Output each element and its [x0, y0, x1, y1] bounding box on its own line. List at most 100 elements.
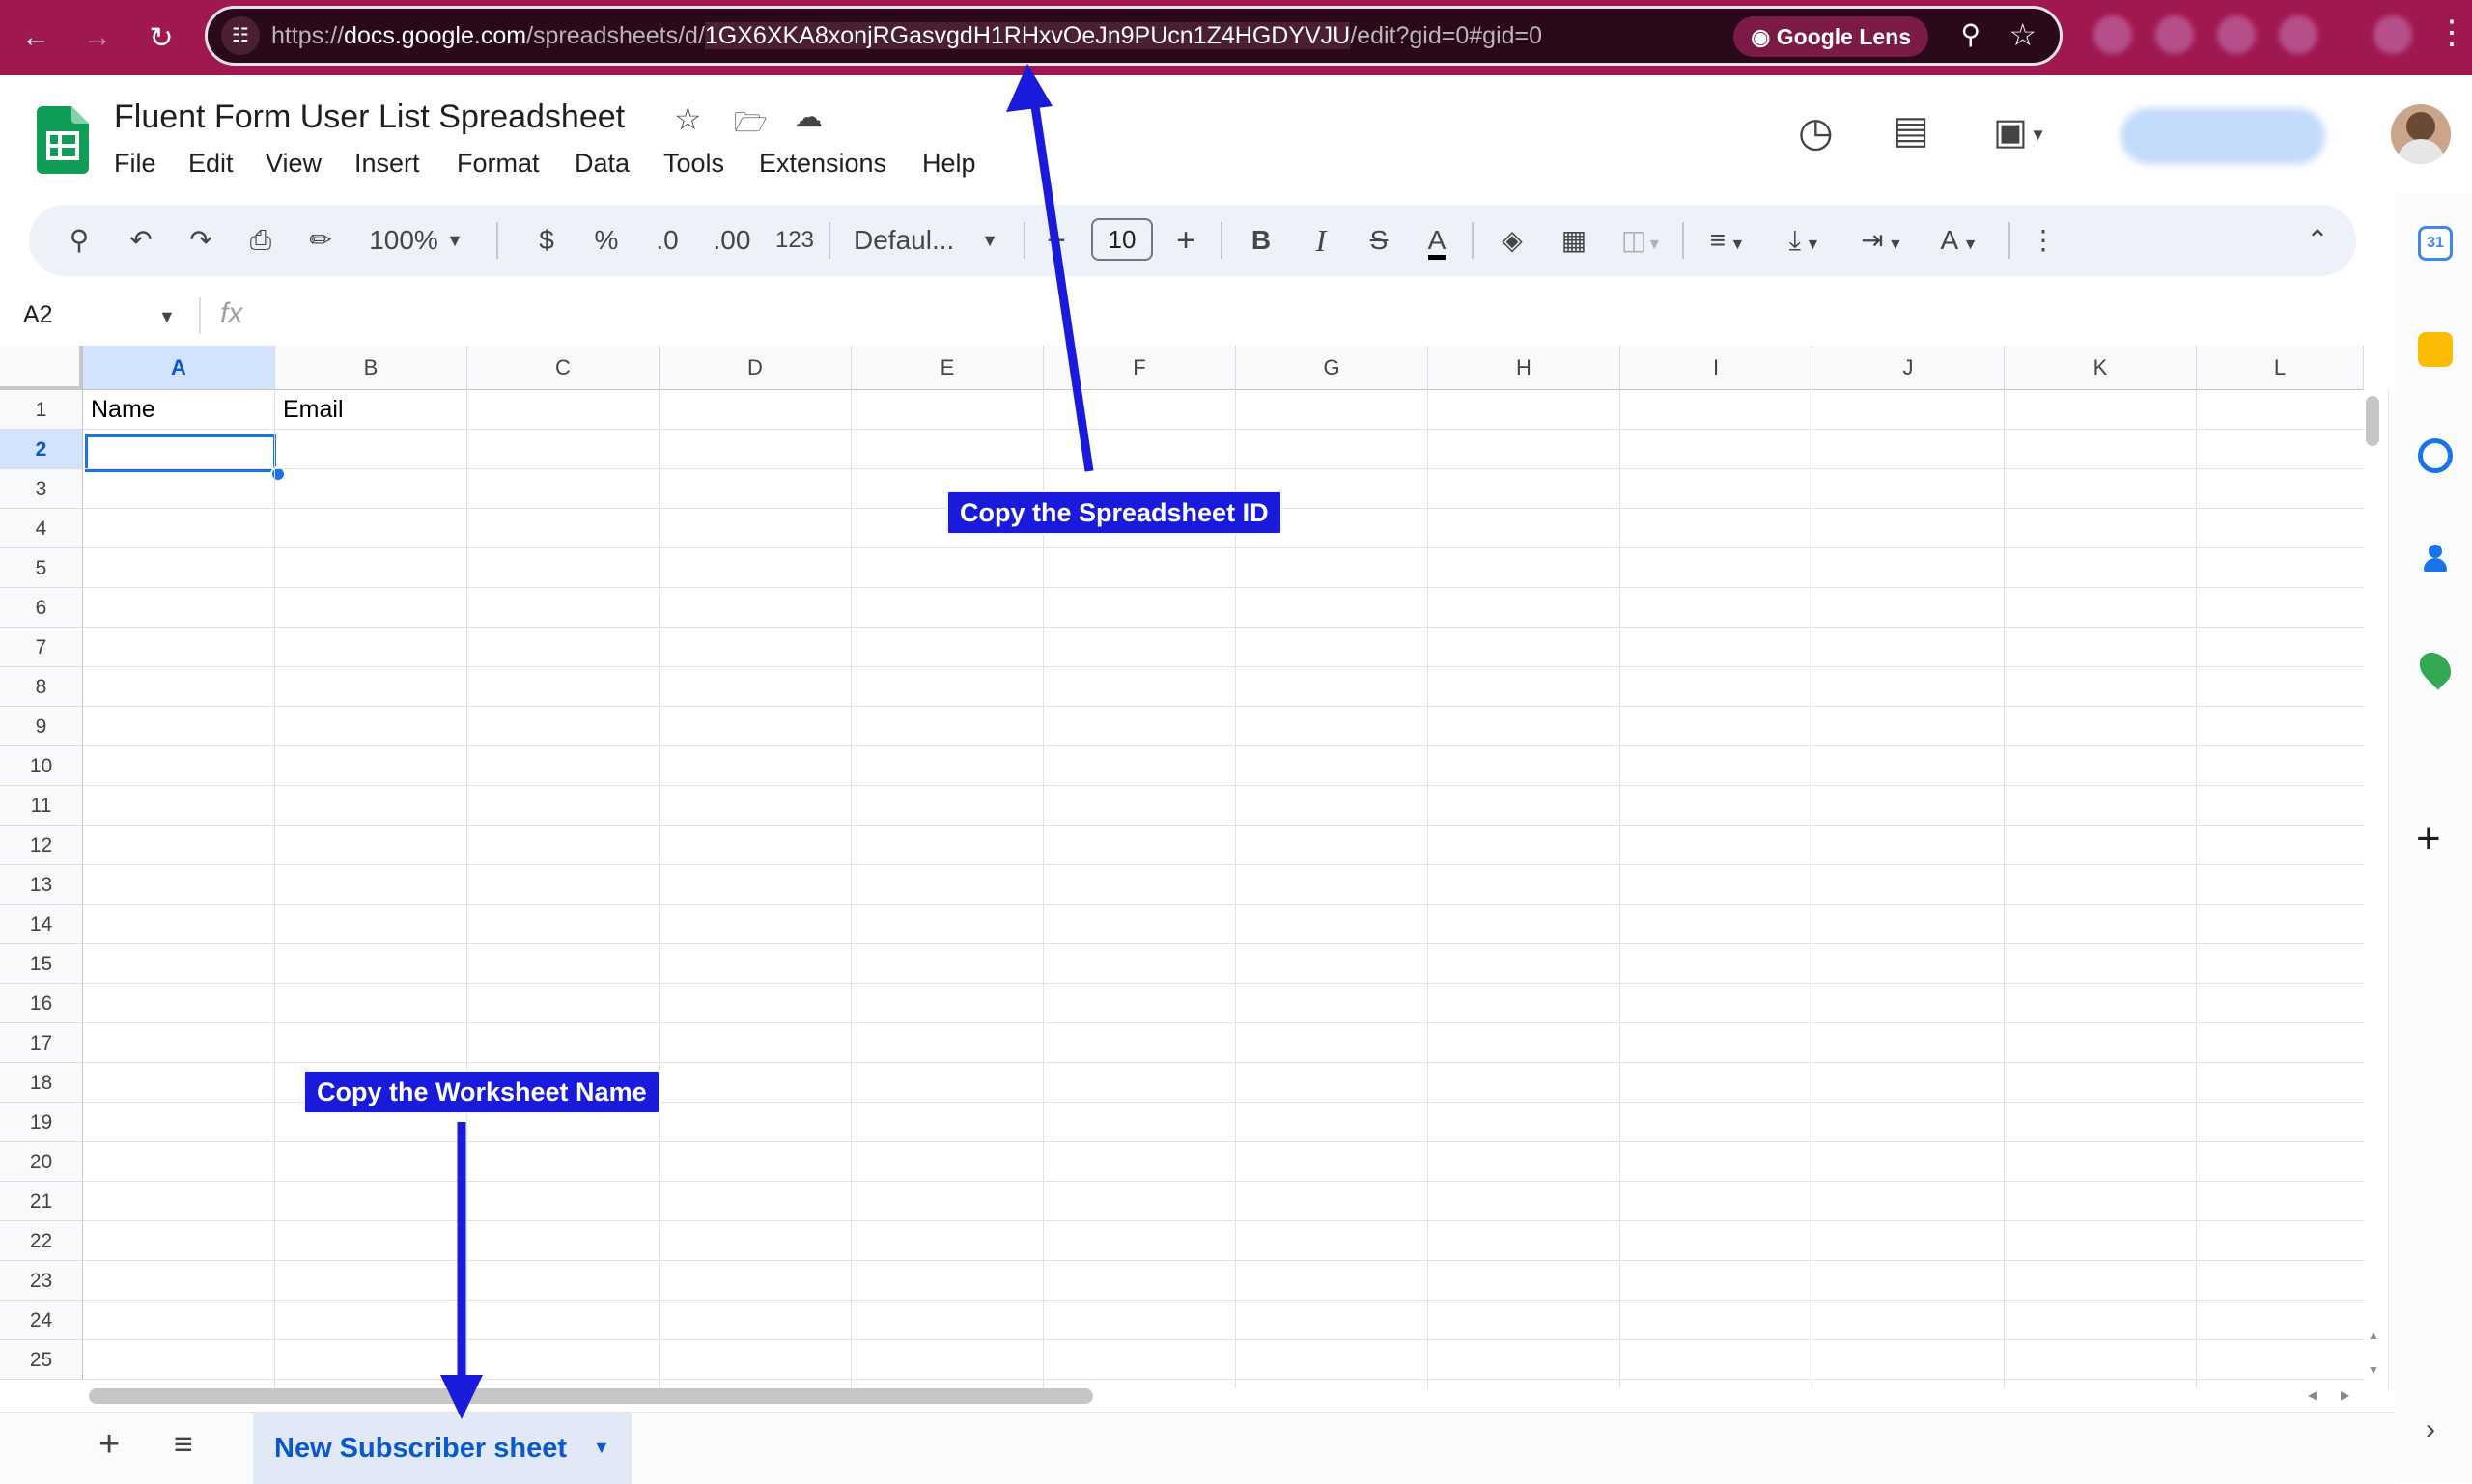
column-header-f[interactable]: F	[1044, 346, 1236, 390]
row-header-7[interactable]: 7	[0, 628, 83, 667]
version-history-icon[interactable]: ◷	[1798, 108, 1834, 155]
row-header-24[interactable]: 24	[0, 1301, 83, 1340]
strikethrough-icon[interactable]: S	[1358, 205, 1400, 276]
scroll-down-icon[interactable]: ▼	[2368, 1363, 2379, 1377]
row-header-6[interactable]: 6	[0, 588, 83, 628]
add-sheet-icon[interactable]: +	[98, 1424, 120, 1466]
text-rotation-icon[interactable]: A ▼	[1927, 205, 1991, 276]
more-options-icon[interactable]: ⋮	[2024, 205, 2063, 276]
horizontal-scroll-thumb[interactable]	[89, 1388, 1093, 1404]
collapse-menus-icon[interactable]: ⌃	[2298, 205, 2337, 276]
decrease-decimal-button[interactable]: .0	[643, 205, 691, 276]
column-header-l[interactable]: L	[2197, 346, 2364, 390]
undo-icon[interactable]: ↶	[120, 205, 162, 276]
merge-cells-icon[interactable]: ◫▼	[1613, 205, 1671, 276]
row-header-1[interactable]: 1	[0, 390, 83, 430]
back-arrow-icon[interactable]: ←	[10, 12, 62, 64]
search-menus-icon[interactable]: ⚲	[58, 205, 100, 276]
menu-format[interactable]: Format	[457, 149, 540, 179]
column-header-k[interactable]: K	[2005, 346, 2197, 390]
menu-edit[interactable]: Edit	[188, 149, 234, 179]
column-header-d[interactable]: D	[660, 346, 852, 390]
formula-input[interactable]	[261, 294, 2356, 336]
contacts-icon[interactable]	[2424, 545, 2447, 574]
scroll-left-icon[interactable]: ◀	[2308, 1388, 2317, 1402]
column-header-e[interactable]: E	[852, 346, 1044, 390]
extension-icon[interactable]	[2217, 15, 2256, 54]
increase-font-size-icon[interactable]: +	[1166, 205, 1205, 276]
scroll-right-icon[interactable]: ▶	[2341, 1388, 2349, 1402]
text-wrapping-icon[interactable]: ⇥ ▼	[1850, 205, 1914, 276]
share-button[interactable]	[2121, 108, 2325, 164]
menu-view[interactable]: View	[266, 149, 322, 179]
font-size-input[interactable]: 10	[1091, 218, 1153, 261]
comments-icon[interactable]: ▤	[1893, 108, 1929, 153]
column-header-i[interactable]: I	[1620, 346, 1812, 390]
column-header-g[interactable]: G	[1236, 346, 1428, 390]
menu-help[interactable]: Help	[922, 149, 976, 179]
chevron-down-icon[interactable]: ▼	[440, 205, 469, 276]
keep-icon[interactable]	[2418, 332, 2453, 367]
row-header-13[interactable]: 13	[0, 865, 83, 905]
chevron-down-icon[interactable]: ▼	[158, 307, 176, 327]
row-header-21[interactable]: 21	[0, 1182, 83, 1221]
currency-format-button[interactable]: $	[527, 205, 566, 276]
row-header-22[interactable]: 22	[0, 1221, 83, 1261]
reload-icon[interactable]: ↻	[135, 12, 187, 64]
chevron-down-icon[interactable]: ▼	[975, 205, 1004, 276]
row-header-25[interactable]: 25	[0, 1340, 83, 1380]
selected-cell-a2[interactable]	[85, 434, 276, 472]
font-family-select[interactable]: Defaul...	[854, 205, 973, 276]
fill-color-icon[interactable]: ◈	[1491, 205, 1533, 276]
extension-icon[interactable]	[2155, 15, 2194, 54]
row-header-8[interactable]: 8	[0, 667, 83, 707]
row-header-16[interactable]: 16	[0, 984, 83, 1023]
row-header-10[interactable]: 10	[0, 746, 83, 786]
menu-tools[interactable]: Tools	[663, 149, 724, 179]
text-color-button[interactable]: A	[1416, 205, 1458, 276]
row-header-17[interactable]: 17	[0, 1023, 83, 1063]
move-folder-icon[interactable]: 🗁	[734, 102, 768, 149]
row-header-18[interactable]: 18	[0, 1063, 83, 1103]
star-icon[interactable]: ☆	[674, 100, 702, 137]
name-box[interactable]: A2	[23, 301, 53, 329]
row-header-19[interactable]: 19	[0, 1103, 83, 1142]
decrease-font-size-icon[interactable]: −	[1037, 205, 1076, 276]
profile-icon[interactable]	[2374, 15, 2412, 54]
row-header-23[interactable]: 23	[0, 1261, 83, 1301]
column-header-c[interactable]: C	[467, 346, 660, 390]
all-sheets-menu-icon[interactable]: ≡	[174, 1426, 193, 1464]
document-title[interactable]: Fluent Form User List Spreadsheet	[114, 98, 625, 136]
percent-format-button[interactable]: %	[587, 205, 626, 276]
extension-icon[interactable]	[2093, 15, 2132, 54]
row-header-4[interactable]: 4	[0, 509, 83, 548]
zoom-select[interactable]: 100%	[369, 205, 438, 276]
vertical-scroll-thumb[interactable]	[2366, 396, 2379, 446]
menu-extensions[interactable]: Extensions	[759, 149, 886, 179]
extension-icon[interactable]	[2279, 15, 2318, 54]
scroll-up-icon[interactable]: ▲	[2368, 1329, 2379, 1342]
cloud-saved-icon[interactable]: ☁	[794, 100, 823, 134]
paint-format-icon[interactable]: ✏	[299, 205, 342, 276]
number-format-button[interactable]: 123	[771, 205, 819, 276]
row-header-14[interactable]: 14	[0, 905, 83, 944]
vertical-align-icon[interactable]: ⤓ ▼	[1773, 205, 1837, 276]
site-info-icon[interactable]: ☷	[221, 16, 260, 55]
menu-file[interactable]: File	[114, 149, 156, 179]
row-header-15[interactable]: 15	[0, 944, 83, 984]
tasks-icon[interactable]	[2418, 438, 2453, 473]
column-header-h[interactable]: H	[1428, 346, 1620, 390]
sheet-tab-active[interactable]: New Subscriber sheet ▼	[253, 1413, 632, 1484]
zoom-magnifier-icon[interactable]: ⚲	[1960, 18, 1980, 50]
menu-data[interactable]: Data	[575, 149, 630, 179]
bold-button[interactable]: B	[1240, 205, 1282, 276]
add-addon-icon[interactable]: +	[2416, 815, 2441, 863]
horizontal-align-icon[interactable]: ≡ ▼	[1696, 205, 1759, 276]
increase-decimal-button[interactable]: .00	[705, 205, 759, 276]
row-header-5[interactable]: 5	[0, 548, 83, 588]
cell-b1[interactable]: Email	[283, 396, 344, 424]
column-header-j[interactable]: J	[1812, 346, 2005, 390]
print-icon[interactable]: ⎙	[239, 205, 282, 276]
column-header-b[interactable]: B	[275, 346, 467, 390]
row-header-3[interactable]: 3	[0, 469, 83, 509]
